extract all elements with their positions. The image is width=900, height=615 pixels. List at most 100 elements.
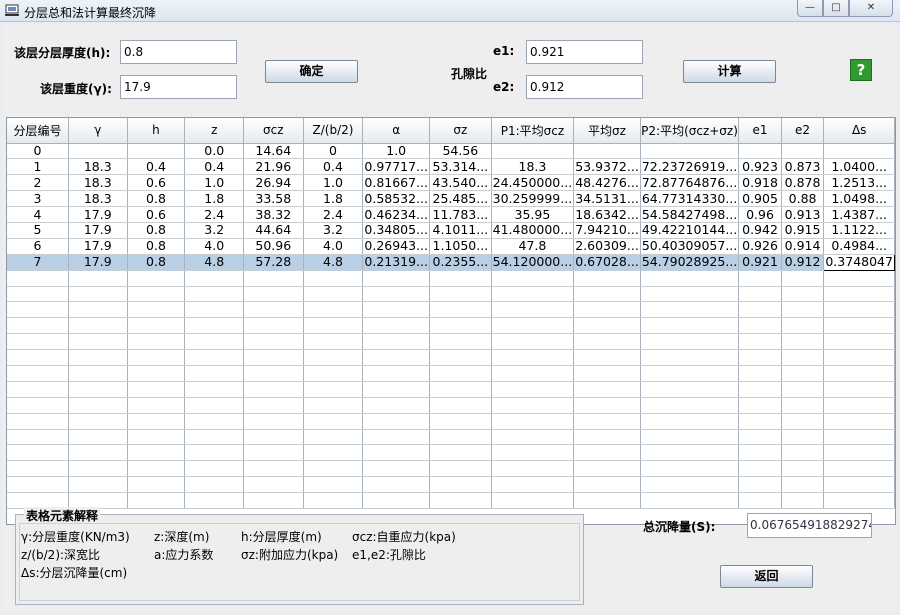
table-cell[interactable] — [303, 429, 364, 446]
table-row[interactable] — [7, 301, 895, 319]
table-cell[interactable]: 33.58 — [243, 190, 304, 208]
table-cell[interactable]: 18.3 — [68, 158, 128, 176]
e1-input[interactable] — [526, 40, 643, 64]
table-cell[interactable]: 0.88 — [781, 190, 825, 208]
table-cell[interactable] — [640, 413, 740, 430]
table-cell[interactable] — [823, 317, 895, 335]
table-cell[interactable] — [184, 397, 245, 414]
table-cell[interactable]: 0.34805... — [362, 222, 431, 239]
table-cell[interactable]: 1 — [7, 158, 69, 176]
table-cell[interactable]: 54.79028925... — [640, 254, 740, 271]
table-cell[interactable] — [640, 286, 740, 303]
calculate-button[interactable]: 计算 — [683, 60, 776, 83]
table-cell[interactable]: 1.0 — [184, 174, 245, 192]
thickness-input[interactable] — [120, 40, 237, 64]
table-cell[interactable] — [738, 270, 782, 287]
table-cell[interactable]: 1.1122... — [823, 222, 895, 239]
table-cell[interactable] — [68, 460, 128, 478]
table-cell[interactable]: 17.9 — [68, 254, 128, 271]
table-cell[interactable]: 0.81667... — [362, 174, 431, 192]
table-cell[interactable] — [243, 397, 304, 414]
table-cell[interactable] — [823, 429, 895, 446]
table-cell[interactable] — [491, 143, 575, 160]
table-cell[interactable] — [781, 444, 825, 462]
table-cell[interactable] — [491, 333, 575, 351]
table-cell[interactable] — [243, 365, 304, 382]
table-cell[interactable] — [738, 317, 782, 335]
column-header[interactable]: γ — [68, 118, 128, 144]
table-cell[interactable] — [640, 143, 740, 160]
table-cell[interactable]: 64.77314330... — [640, 190, 740, 208]
table-cell[interactable]: 18.6342... — [573, 206, 641, 223]
table-cell[interactable] — [640, 333, 740, 351]
table-cell[interactable] — [7, 317, 69, 335]
e2-input[interactable] — [526, 75, 643, 99]
table-cell[interactable] — [823, 444, 895, 462]
table-cell[interactable] — [127, 381, 186, 398]
table-cell[interactable]: 1.1050... — [429, 238, 492, 255]
table-cell[interactable] — [429, 301, 492, 319]
table-cell[interactable] — [68, 143, 128, 160]
table-cell[interactable]: 38.32 — [243, 206, 304, 223]
table-cell[interactable] — [184, 270, 245, 287]
table-cell[interactable]: 2.4 — [303, 206, 364, 223]
table-cell[interactable] — [640, 317, 740, 335]
table-cell[interactable] — [243, 492, 304, 509]
table-cell[interactable]: 11.783... — [429, 206, 492, 223]
table-cell[interactable] — [823, 492, 895, 509]
table-cell[interactable] — [303, 301, 364, 319]
table-cell[interactable] — [184, 365, 245, 382]
table-cell[interactable] — [68, 333, 128, 351]
table-cell[interactable] — [640, 270, 740, 287]
table-cell[interactable] — [823, 143, 895, 160]
column-header[interactable]: P1:平均σcz — [491, 118, 575, 144]
table-cell[interactable] — [68, 270, 128, 287]
table-cell[interactable] — [184, 317, 245, 335]
table-cell[interactable]: 0.58532... — [362, 190, 431, 208]
table-cell[interactable] — [640, 444, 740, 462]
table-cell[interactable]: 0.926 — [738, 238, 782, 255]
table-cell[interactable] — [362, 365, 431, 382]
table-cell[interactable] — [429, 476, 492, 494]
table-cell[interactable]: 2 — [7, 174, 69, 192]
table-cell[interactable] — [68, 301, 128, 319]
table-cell[interactable]: 0.4 — [303, 158, 364, 176]
table-cell[interactable] — [491, 460, 575, 478]
table-cell[interactable] — [184, 429, 245, 446]
table-row[interactable] — [7, 381, 895, 398]
column-header[interactable]: e1 — [738, 118, 782, 144]
table-cell[interactable]: 0.8 — [127, 190, 186, 208]
table-cell[interactable] — [7, 413, 69, 430]
table-cell[interactable]: 0 — [303, 143, 364, 160]
table-cell[interactable] — [573, 365, 641, 382]
table-cell[interactable]: 1.2513... — [823, 174, 895, 192]
table-row[interactable] — [7, 349, 895, 366]
table-cell[interactable]: 34.5131... — [573, 190, 641, 208]
table-cell[interactable] — [127, 397, 186, 414]
table-cell[interactable] — [573, 476, 641, 494]
table-cell[interactable] — [68, 413, 128, 430]
table-cell[interactable] — [127, 301, 186, 319]
table-cell[interactable] — [303, 349, 364, 366]
table-cell[interactable] — [573, 333, 641, 351]
table-cell[interactable]: 0.3748047 — [823, 253, 895, 271]
table-cell[interactable]: 2.60309... — [573, 238, 641, 255]
table-cell[interactable] — [429, 365, 492, 382]
table-cell[interactable] — [429, 413, 492, 430]
table-row[interactable]: 7 17.9 0.8 4.8 57.28 4.8 0.21319... 0.2355... 54… — [7, 253, 895, 271]
table-cell[interactable] — [573, 286, 641, 303]
table-cell[interactable] — [303, 444, 364, 462]
table-cell[interactable] — [243, 429, 304, 446]
table-row[interactable]: 5 17.9 0.8 3.2 44.64 3.2 0.34805... 4.1011... 41… — [7, 222, 895, 239]
table-cell[interactable]: 0.905 — [738, 190, 782, 208]
table-cell[interactable] — [738, 444, 782, 462]
table-cell[interactable]: 4 — [7, 206, 69, 223]
table-cell[interactable] — [781, 413, 825, 430]
table-cell[interactable] — [303, 397, 364, 414]
table-cell[interactable]: 41.480000... — [491, 222, 575, 239]
table-cell[interactable] — [429, 270, 492, 287]
table-cell[interactable] — [429, 381, 492, 398]
table-cell[interactable] — [362, 333, 431, 351]
table-cell[interactable]: 4.0 — [184, 238, 245, 255]
table-cell[interactable] — [738, 333, 782, 351]
